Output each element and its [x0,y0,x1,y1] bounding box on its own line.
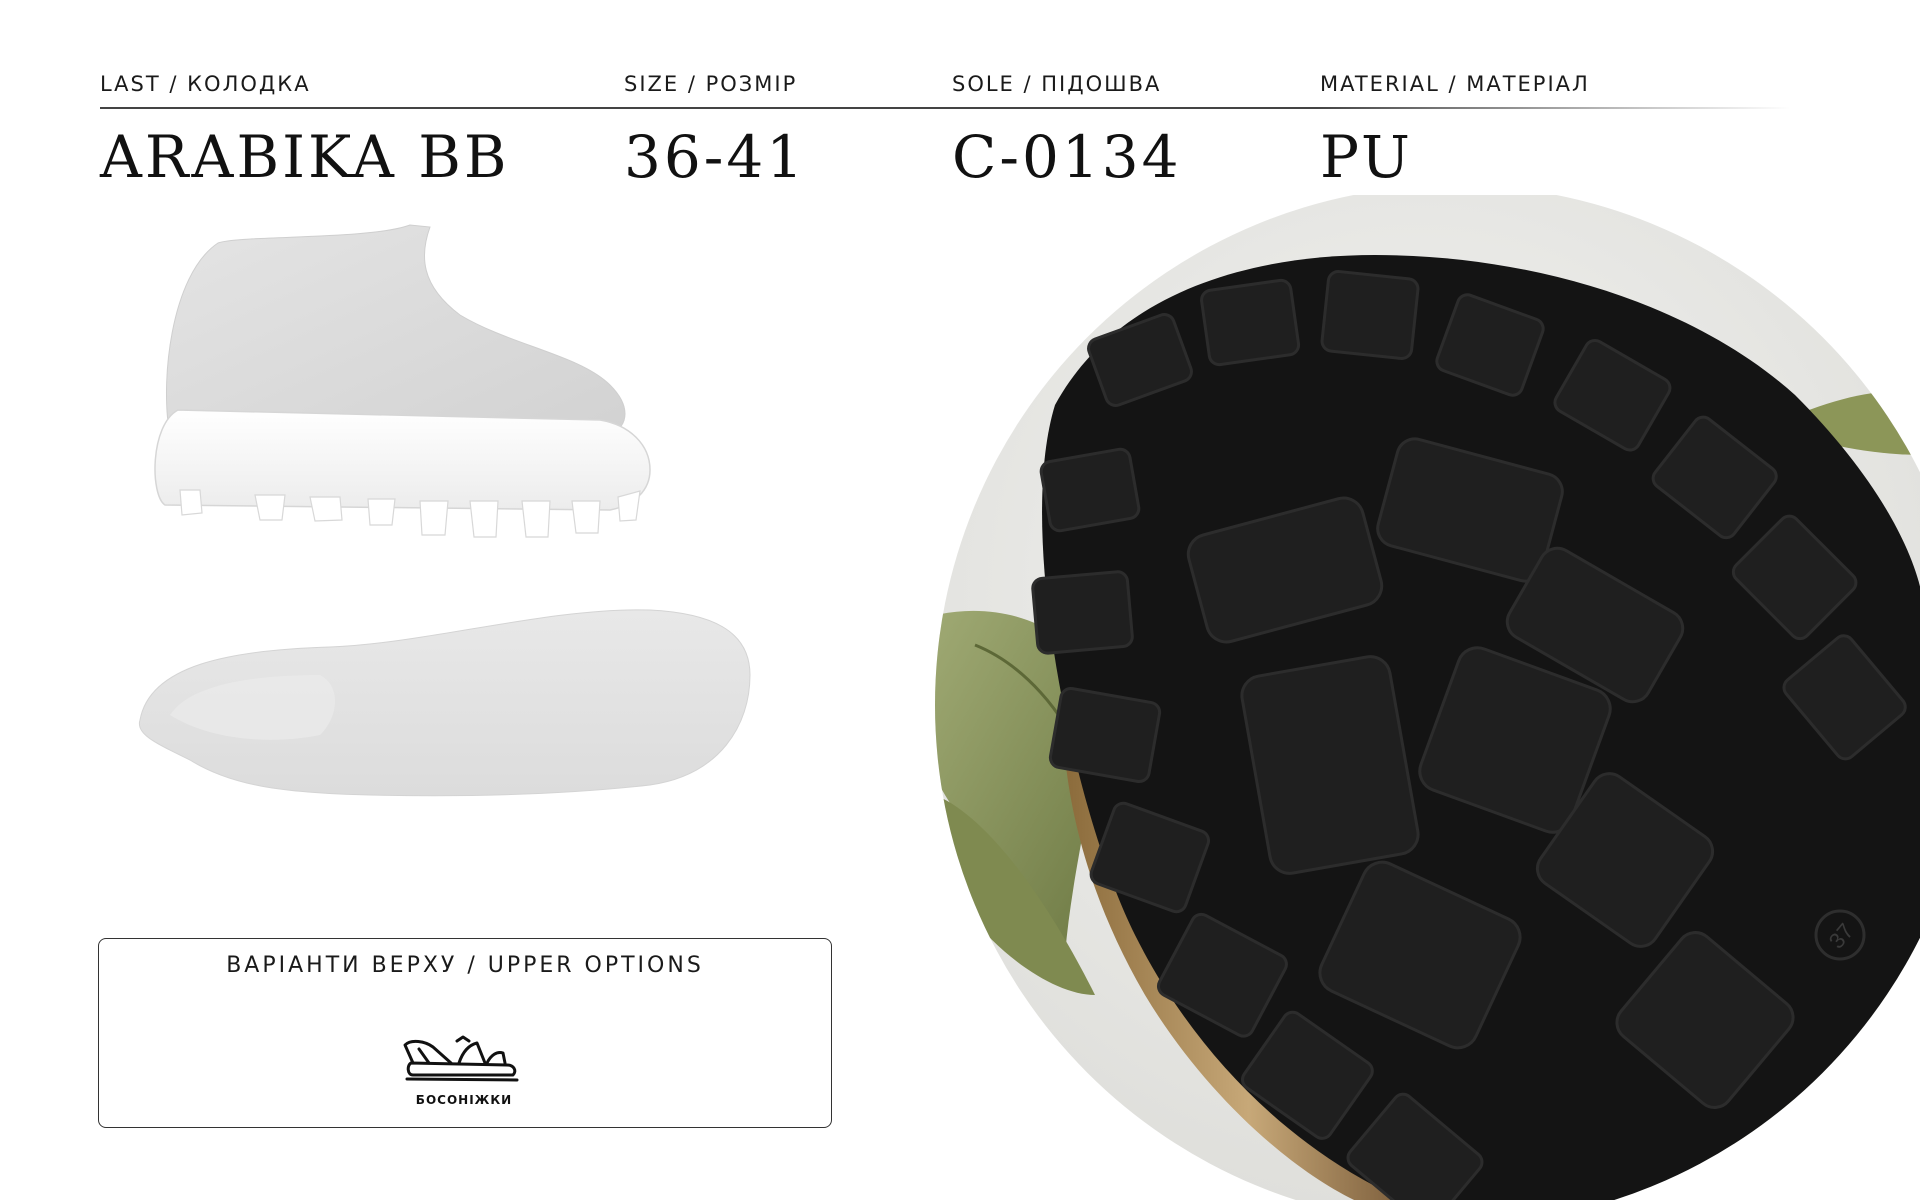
spec-sole: SOLE / ПІДОШВА [952,70,1161,98]
spec-last: LAST / КОЛОДКА [100,70,311,98]
sole-photo: 37 [935,195,1920,1200]
spec-last-label: LAST / КОЛОДКА [100,72,311,96]
option-item-sandals[interactable]: БОСОНІЖКИ [399,1027,529,1117]
last-side-view [154,224,651,538]
spec-last-value: ARABIKA BB [100,123,510,191]
spec-size-value: 36-41 [624,123,807,191]
spec-sole-label: SOLE / ПІДОШВА [952,72,1162,96]
last-bottom-view [138,609,751,797]
upper-options-box: ВАРІАНТИ ВЕРХУ / UPPER OPTIONS БОСОНІЖКИ [98,938,832,1128]
option-label-sandals: БОСОНІЖКИ [415,1093,513,1107]
spec-material: MATERIAL / МАТЕРІАЛ [1320,70,1590,98]
spec-material-value: PU [1320,123,1413,191]
spec-material-label: MATERIAL / МАТЕРІАЛ [1320,72,1590,96]
header-divider [100,107,1790,109]
spec-size: SIZE / РОЗМІР [624,70,797,98]
spec-header: LAST / КОЛОДКА ARABIKA BB SIZE / РОЗМІР … [100,70,1790,200]
upper-options-title: ВАРІАНТИ ВЕРХУ / UPPER OPTIONS [226,953,704,978]
spec-sole-value: C-0134 [952,123,1182,191]
spec-size-label: SIZE / РОЗМІР [624,72,798,96]
sandal-icon [403,1035,519,1082]
last-render [138,224,751,797]
